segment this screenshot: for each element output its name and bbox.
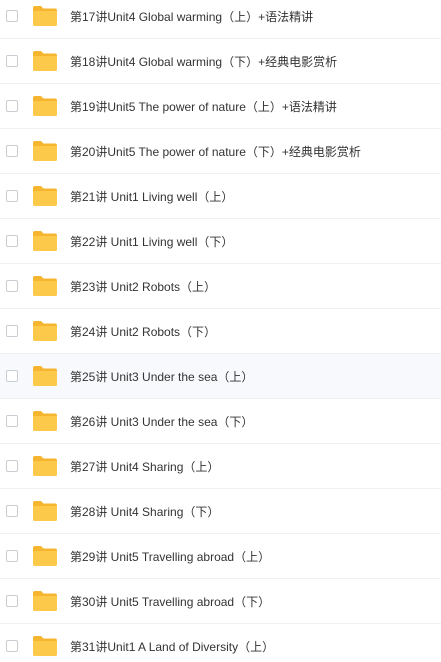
folder-icon[interactable] (32, 545, 58, 567)
folder-icon[interactable] (32, 5, 58, 27)
folder-icon[interactable] (32, 50, 58, 72)
file-row[interactable]: 第22讲 Unit1 Living well（下） (0, 219, 441, 264)
file-row[interactable]: 第30讲 Unit5 Travelling abroad（下） (0, 579, 441, 624)
row-checkbox[interactable] (6, 595, 18, 607)
file-row[interactable]: 第21讲 Unit1 Living well（上） (0, 174, 441, 219)
folder-icon[interactable] (32, 95, 58, 117)
file-name-link[interactable]: 第24讲 Unit2 Robots（下） (70, 323, 216, 340)
folder-icon[interactable] (32, 365, 58, 387)
file-name-link[interactable]: 第27讲 Unit4 Sharing（上） (70, 458, 219, 475)
row-checkbox[interactable] (6, 145, 18, 157)
file-name-link[interactable]: 第28讲 Unit4 Sharing（下） (70, 503, 219, 520)
file-name-link[interactable]: 第17讲Unit4 Global warming（上）+语法精讲 (70, 8, 313, 25)
file-list: 第17讲Unit4 Global warming（上）+语法精讲第18讲Unit… (0, 0, 441, 662)
row-checkbox[interactable] (6, 280, 18, 292)
folder-icon[interactable] (32, 500, 58, 522)
row-checkbox[interactable] (6, 190, 18, 202)
file-row[interactable]: 第19讲Unit5 The power of nature（上）+语法精讲 (0, 84, 441, 129)
file-name-link[interactable]: 第23讲 Unit2 Robots（上） (70, 278, 216, 295)
file-row[interactable]: 第17讲Unit4 Global warming（上）+语法精讲 (0, 0, 441, 39)
file-name-link[interactable]: 第29讲 Unit5 Travelling abroad（上） (70, 548, 270, 565)
folder-icon[interactable] (32, 320, 58, 342)
row-checkbox[interactable] (6, 415, 18, 427)
file-row[interactable]: 第26讲 Unit3 Under the sea（下） (0, 399, 441, 444)
folder-icon[interactable] (32, 275, 58, 297)
folder-icon[interactable] (32, 455, 58, 477)
file-row[interactable]: 第23讲 Unit2 Robots（上） (0, 264, 441, 309)
file-name-link[interactable]: 第31讲Unit1 A Land of Diversity（上） (70, 638, 274, 655)
file-name-link[interactable]: 第30讲 Unit5 Travelling abroad（下） (70, 593, 270, 610)
file-row[interactable]: 第18讲Unit4 Global warming（下）+经典电影赏析 (0, 39, 441, 84)
folder-icon[interactable] (32, 410, 58, 432)
file-name-link[interactable]: 第25讲 Unit3 Under the sea（上） (70, 368, 253, 385)
file-row[interactable]: 第31讲Unit1 A Land of Diversity（上） (0, 624, 441, 662)
folder-icon[interactable] (32, 230, 58, 252)
row-checkbox[interactable] (6, 100, 18, 112)
row-checkbox[interactable] (6, 370, 18, 382)
folder-icon[interactable] (32, 635, 58, 657)
file-name-link[interactable]: 第20讲Unit5 The power of nature（下）+经典电影赏析 (70, 143, 361, 160)
file-name-link[interactable]: 第22讲 Unit1 Living well（下） (70, 233, 233, 250)
row-checkbox[interactable] (6, 460, 18, 472)
row-checkbox[interactable] (6, 10, 18, 22)
file-name-link[interactable]: 第21讲 Unit1 Living well（上） (70, 188, 233, 205)
row-checkbox[interactable] (6, 325, 18, 337)
file-row[interactable]: 第25讲 Unit3 Under the sea（上） (0, 354, 441, 399)
folder-icon[interactable] (32, 185, 58, 207)
file-row[interactable]: 第27讲 Unit4 Sharing（上） (0, 444, 441, 489)
file-name-link[interactable]: 第18讲Unit4 Global warming（下）+经典电影赏析 (70, 53, 337, 70)
file-row[interactable]: 第20讲Unit5 The power of nature（下）+经典电影赏析 (0, 129, 441, 174)
row-checkbox[interactable] (6, 235, 18, 247)
folder-icon[interactable] (32, 140, 58, 162)
row-checkbox[interactable] (6, 505, 18, 517)
folder-icon[interactable] (32, 590, 58, 612)
file-row[interactable]: 第29讲 Unit5 Travelling abroad（上） (0, 534, 441, 579)
file-row[interactable]: 第28讲 Unit4 Sharing（下） (0, 489, 441, 534)
row-checkbox[interactable] (6, 55, 18, 67)
file-name-link[interactable]: 第26讲 Unit3 Under the sea（下） (70, 413, 253, 430)
row-checkbox[interactable] (6, 640, 18, 652)
file-name-link[interactable]: 第19讲Unit5 The power of nature（上）+语法精讲 (70, 98, 337, 115)
file-row[interactable]: 第24讲 Unit2 Robots（下） (0, 309, 441, 354)
row-checkbox[interactable] (6, 550, 18, 562)
